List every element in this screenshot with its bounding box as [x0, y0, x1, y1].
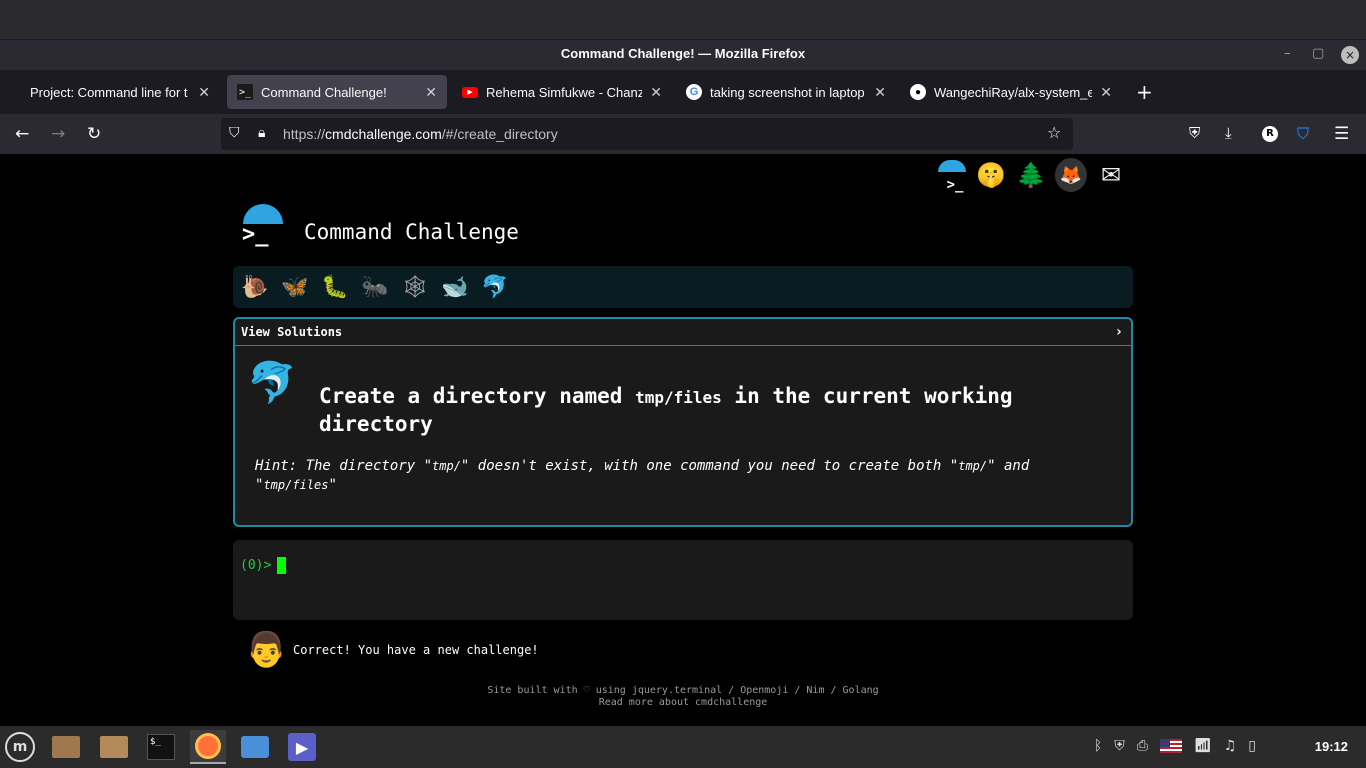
clock[interactable]: 19:12 [1315, 739, 1348, 754]
page-content: >_ 🤫 🌲 🦊 ✉ >_ Command Challenge 🐌 🦋 🐛 🐜 … [0, 154, 1366, 726]
shield-tray-icon[interactable]: ⛨ [1114, 738, 1125, 754]
tab-label: Project: Command line for t [30, 84, 188, 100]
pocket-icon[interactable]: ⛨ [1189, 124, 1200, 142]
google-icon: G [686, 84, 702, 100]
tab-label: Rehema Simfukwe - Chanzo [486, 84, 643, 100]
nav-bar: ← → ↻ ⛉ 🔒︎ https://cmdchallenge.com/#/cr… [0, 114, 1366, 154]
forward-icon[interactable]: → [51, 124, 65, 144]
ant-icon[interactable]: 🐜 [361, 275, 389, 300]
tab-google[interactable]: G taking screenshot in laptop ✕ [676, 75, 896, 109]
butterfly-icon[interactable]: 🦋 [281, 275, 309, 300]
window-titlebar: Command Challenge! — Mozilla Firefox – ▢… [0, 0, 1366, 70]
profile-avatar[interactable]: R [1262, 126, 1278, 142]
tab-label: taking screenshot in laptop [710, 84, 865, 100]
challenge-description: Create a directory named tmp/files in th… [319, 384, 1013, 436]
folder-icon[interactable] [96, 730, 132, 764]
shushing-face-icon[interactable]: 🤫 [975, 158, 1007, 192]
url-bar[interactable]: ⛉ 🔒︎ https://cmdchallenge.com/#/create_d… [221, 118, 1073, 150]
tab-label: WangechiRay/alx-system_e [934, 84, 1093, 100]
mail-icon[interactable]: ✉ [1095, 158, 1127, 192]
window-title: Command Challenge! — Mozilla Firefox [560, 46, 806, 61]
top-panel [0, 0, 1366, 40]
person-avatar-icon: 👨 [245, 630, 288, 670]
tab-command-challenge[interactable]: >_ Command Challenge! ✕ [227, 75, 447, 109]
spider-web-icon[interactable]: 🕸 [401, 275, 429, 300]
terminal-icon[interactable]: $_ [143, 730, 179, 764]
tree-icon[interactable]: 🌲 [1015, 158, 1047, 192]
taskbar: m $_ ▶ ᛒ ⛨ ⎙ 📶︎ ♫ ▯ 19:12 [0, 726, 1366, 768]
cmdchallenge-logo-icon[interactable]: >_ [935, 158, 967, 193]
reload-icon[interactable]: ↻ [87, 124, 101, 144]
keyboard-layout-flag-icon[interactable] [1159, 739, 1182, 753]
media-player-icon[interactable]: ▶ [284, 730, 320, 764]
view-solutions-header[interactable]: View Solutions › [235, 319, 1131, 346]
top-icon-links: >_ 🤫 🌲 🦊 ✉ [935, 158, 1127, 193]
close-icon[interactable]: × [1341, 46, 1359, 64]
gitlab-icon[interactable]: 🦊 [1055, 158, 1087, 192]
download-icon[interactable]: ⤓ [1225, 124, 1232, 142]
wifi-icon[interactable]: 📶︎ [1194, 738, 1212, 754]
lock-icon[interactable]: 🔒︎ [258, 125, 265, 141]
site-logo: >_ [240, 204, 284, 248]
terminal-input[interactable]: (0)> [233, 540, 1133, 620]
youtube-icon: ▶ [462, 86, 478, 98]
firefox-icon[interactable] [190, 730, 226, 764]
tab-close-icon[interactable]: ✕ [874, 84, 886, 101]
caterpillar-icon[interactable]: 🐛 [321, 275, 349, 300]
view-solutions-label: View Solutions [241, 325, 343, 339]
minimize-icon[interactable]: – [1284, 46, 1291, 61]
snail-icon[interactable]: 🐌 [241, 275, 269, 300]
tab-close-icon[interactable]: ✕ [198, 84, 210, 101]
chevron-right-icon[interactable]: › [1115, 324, 1123, 340]
dolphin-icon[interactable]: 🐬 [481, 275, 509, 300]
tab-youtube[interactable]: ▶ Rehema Simfukwe - Chanzo ✕ [452, 75, 672, 109]
shield-icon[interactable]: ⛉ [229, 125, 240, 141]
maximize-icon[interactable]: ▢ [1312, 46, 1324, 61]
tab-close-icon[interactable]: ✕ [1100, 84, 1112, 101]
new-tab-button[interactable]: + [1136, 80, 1153, 104]
footer-credits[interactable]: Site built with ♡ using jquery.terminal … [0, 685, 1366, 697]
challenge-hint: Hint: The directory "tmp/" doesn't exist… [255, 458, 1030, 493]
menu-icon[interactable]: ☰ [1334, 124, 1349, 144]
dolphin-icon: 🐬 [247, 360, 297, 406]
bitwarden-icon[interactable]: ⛉ [1297, 124, 1309, 144]
github-icon: ● [910, 84, 926, 100]
tab-bar: Project: Command line for t ✕ >_ Command… [0, 70, 1366, 114]
tab-project[interactable]: Project: Command line for t ✕ [20, 75, 220, 109]
battery-icon[interactable]: ▯ [1248, 738, 1256, 754]
terminal-prompt[interactable]: (0)> [240, 557, 287, 574]
url-text[interactable]: https://cmdchallenge.com/#/create_direct… [283, 126, 558, 142]
tab-close-icon[interactable]: ✕ [425, 84, 437, 101]
page-footer: Site built with ♡ using jquery.terminal … [0, 685, 1366, 709]
tab-label: Command Challenge! [261, 84, 387, 100]
tab-github[interactable]: ● WangechiRay/alx-system_e ✕ [900, 75, 1122, 109]
system-tray: ᛒ ⛨ ⎙ 📶︎ ♫ ▯ [1094, 738, 1256, 754]
terminal-cursor [277, 557, 287, 574]
printer-icon[interactable]: ⎙ [1137, 738, 1148, 754]
back-icon[interactable]: ← [15, 124, 29, 144]
footer-read-more-link[interactable]: Read more about cmdchallenge [0, 697, 1366, 709]
sound-icon[interactable]: ♫ [1224, 738, 1237, 754]
mint-menu-icon[interactable]: m [2, 730, 38, 764]
site-title: Command Challenge [304, 220, 519, 244]
terminal-favicon-icon: >_ [237, 84, 253, 100]
feedback-text: Correct! You have a new challenge! [293, 643, 539, 657]
files-icon[interactable] [48, 730, 84, 764]
progress-bar: 🐌 🦋 🐛 🐜 🕸 🐋 🐬 [233, 266, 1133, 308]
bookmark-star-icon[interactable]: ☆ [1047, 123, 1061, 142]
feedback-message: 👨 Correct! You have a new challenge! [245, 630, 539, 670]
whale-icon[interactable]: 🐋 [441, 275, 469, 300]
bluetooth-icon[interactable]: ᛒ [1094, 738, 1102, 754]
tab-close-icon[interactable]: ✕ [650, 84, 662, 101]
challenge-panel: View Solutions › 🐬 Create a directory na… [233, 317, 1133, 527]
screenshot-icon[interactable] [237, 730, 273, 764]
